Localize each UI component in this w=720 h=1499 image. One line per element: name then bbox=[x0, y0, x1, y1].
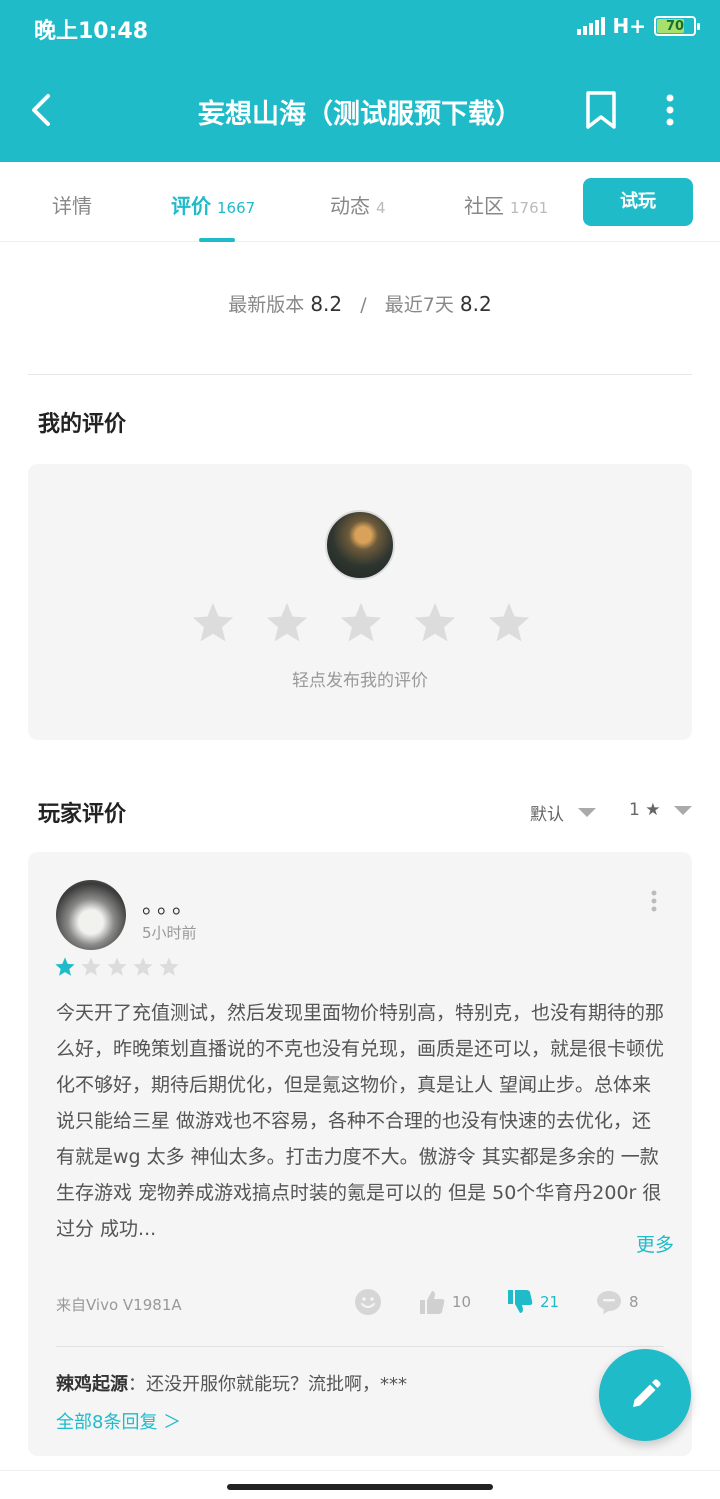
rate-stars bbox=[190, 600, 532, 646]
network-type: H+ bbox=[612, 14, 647, 38]
tab-updates[interactable]: 动态 4 bbox=[330, 190, 386, 219]
try-play-button[interactable]: 试玩 bbox=[583, 178, 693, 226]
thumbs-up-icon bbox=[420, 1291, 445, 1314]
latest-version-score: 8.2 bbox=[310, 292, 343, 316]
comment-count: 8 bbox=[629, 1293, 639, 1311]
star-icon[interactable] bbox=[412, 600, 458, 646]
battery-icon: 70 bbox=[654, 16, 700, 36]
battery-percent: 70 bbox=[665, 18, 685, 34]
active-tab-indicator bbox=[199, 238, 235, 242]
reviewer-avatar[interactable] bbox=[56, 880, 126, 950]
chevron-down-icon bbox=[578, 808, 596, 817]
top-nav: 妄想山海（测试服预下载） bbox=[0, 56, 720, 162]
pencil-icon bbox=[633, 1379, 661, 1407]
star-filter-dropdown[interactable]: 1 ★ bbox=[629, 800, 693, 820]
star-icon bbox=[159, 957, 179, 976]
dislike-count: 21 bbox=[540, 1293, 560, 1311]
recent-7-days-label: 最近7天 bbox=[384, 294, 454, 316]
latest-version-label: 最新版本 bbox=[228, 294, 305, 316]
sort-dropdown[interactable]: 默认 bbox=[530, 800, 596, 825]
like-button[interactable]: 10 bbox=[418, 1288, 471, 1316]
star-icon bbox=[133, 957, 153, 976]
rating-separator: / bbox=[360, 294, 367, 316]
home-indicator[interactable] bbox=[227, 1484, 493, 1490]
player-reviews-title: 玩家评价 bbox=[38, 802, 127, 827]
star-icon[interactable] bbox=[338, 600, 384, 646]
tab-details[interactable]: 详情 bbox=[52, 190, 92, 219]
review-rating bbox=[54, 956, 180, 978]
emoji-react-button[interactable] bbox=[354, 1288, 382, 1316]
review-card[interactable]: 。。。 5小时前 今天开了充值测试，然后发现里面物价特别高，特别克，也没有期待的… bbox=[28, 852, 692, 1456]
like-count: 10 bbox=[452, 1293, 472, 1311]
card-divider bbox=[56, 1346, 664, 1347]
rating-summary: 最新版本 8.2 / 最近7天 8.2 bbox=[0, 290, 720, 317]
reviewer-name[interactable]: 。。。 bbox=[142, 888, 198, 920]
review-time: 5小时前 bbox=[142, 924, 197, 942]
recent-7-days-score: 8.2 bbox=[459, 292, 492, 316]
post-review-prompt[interactable]: 轻点发布我的评价 bbox=[28, 666, 692, 691]
reply-preview[interactable]: 辣鸡起源：还没开服你就能玩？流批啊，*** bbox=[56, 1370, 407, 1396]
more-vertical-icon[interactable] bbox=[664, 94, 676, 126]
my-avatar bbox=[325, 510, 395, 580]
tab-count: 1761 bbox=[510, 199, 549, 217]
reply-text: ：还没开服你就能玩？流批啊，*** bbox=[128, 1374, 407, 1395]
device-info: 来自Vivo V1981A bbox=[56, 1296, 182, 1314]
filter-label: 1 ★ bbox=[629, 800, 661, 820]
section-divider bbox=[28, 374, 692, 375]
emoji-icon bbox=[355, 1289, 381, 1315]
review-text: 今天开了充值测试，然后发现里面物价特别高，特别克，也没有期待的那么好，昨晚策划直… bbox=[56, 1002, 665, 1240]
back-arrow-icon[interactable] bbox=[28, 90, 56, 130]
status-time: 晚上10:48 bbox=[34, 19, 149, 44]
comment-button[interactable]: 8 bbox=[595, 1288, 639, 1316]
page-title: 妄想山海（测试服预下载） bbox=[198, 99, 522, 130]
star-icon[interactable] bbox=[486, 600, 532, 646]
star-icon bbox=[55, 957, 75, 976]
write-review-button[interactable] bbox=[599, 1349, 691, 1441]
star-icon bbox=[81, 957, 101, 976]
tab-label: 社区 bbox=[464, 194, 504, 218]
all-replies-link[interactable]: 全部8条回复 ＞ bbox=[56, 1408, 181, 1434]
star-icon[interactable] bbox=[264, 600, 310, 646]
tab-bar: 详情 评价 1667 动态 4 社区 1761 试玩 bbox=[0, 162, 720, 242]
chevron-down-icon bbox=[674, 805, 693, 815]
tab-count: 1667 bbox=[217, 199, 256, 217]
tab-count: 4 bbox=[376, 199, 386, 217]
comment-icon bbox=[597, 1291, 621, 1314]
tab-label: 详情 bbox=[52, 194, 92, 218]
status-bar: 晚上10:48 H+ 70 bbox=[0, 0, 720, 56]
expand-more-link[interactable]: 更多 bbox=[624, 1230, 675, 1257]
tab-label: 动态 bbox=[330, 194, 370, 218]
tab-reviews[interactable]: 评价 1667 bbox=[171, 190, 255, 219]
tab-label: 评价 bbox=[171, 194, 211, 218]
reply-author: 辣鸡起源 bbox=[56, 1374, 128, 1395]
bookmark-icon[interactable] bbox=[584, 90, 618, 130]
signal-icon bbox=[576, 17, 605, 35]
sort-label: 默认 bbox=[530, 805, 564, 825]
my-review-title: 我的评价 bbox=[38, 412, 127, 437]
star-icon[interactable] bbox=[190, 600, 236, 646]
my-review-card[interactable]: 轻点发布我的评价 bbox=[28, 464, 692, 740]
dislike-button[interactable]: 21 bbox=[506, 1288, 559, 1316]
tab-community[interactable]: 社区 1761 bbox=[464, 190, 548, 219]
status-icons: H+ 70 bbox=[576, 14, 700, 38]
star-icon bbox=[107, 957, 127, 976]
more-vertical-icon[interactable] bbox=[650, 890, 658, 912]
thumbs-down-icon bbox=[508, 1290, 533, 1313]
